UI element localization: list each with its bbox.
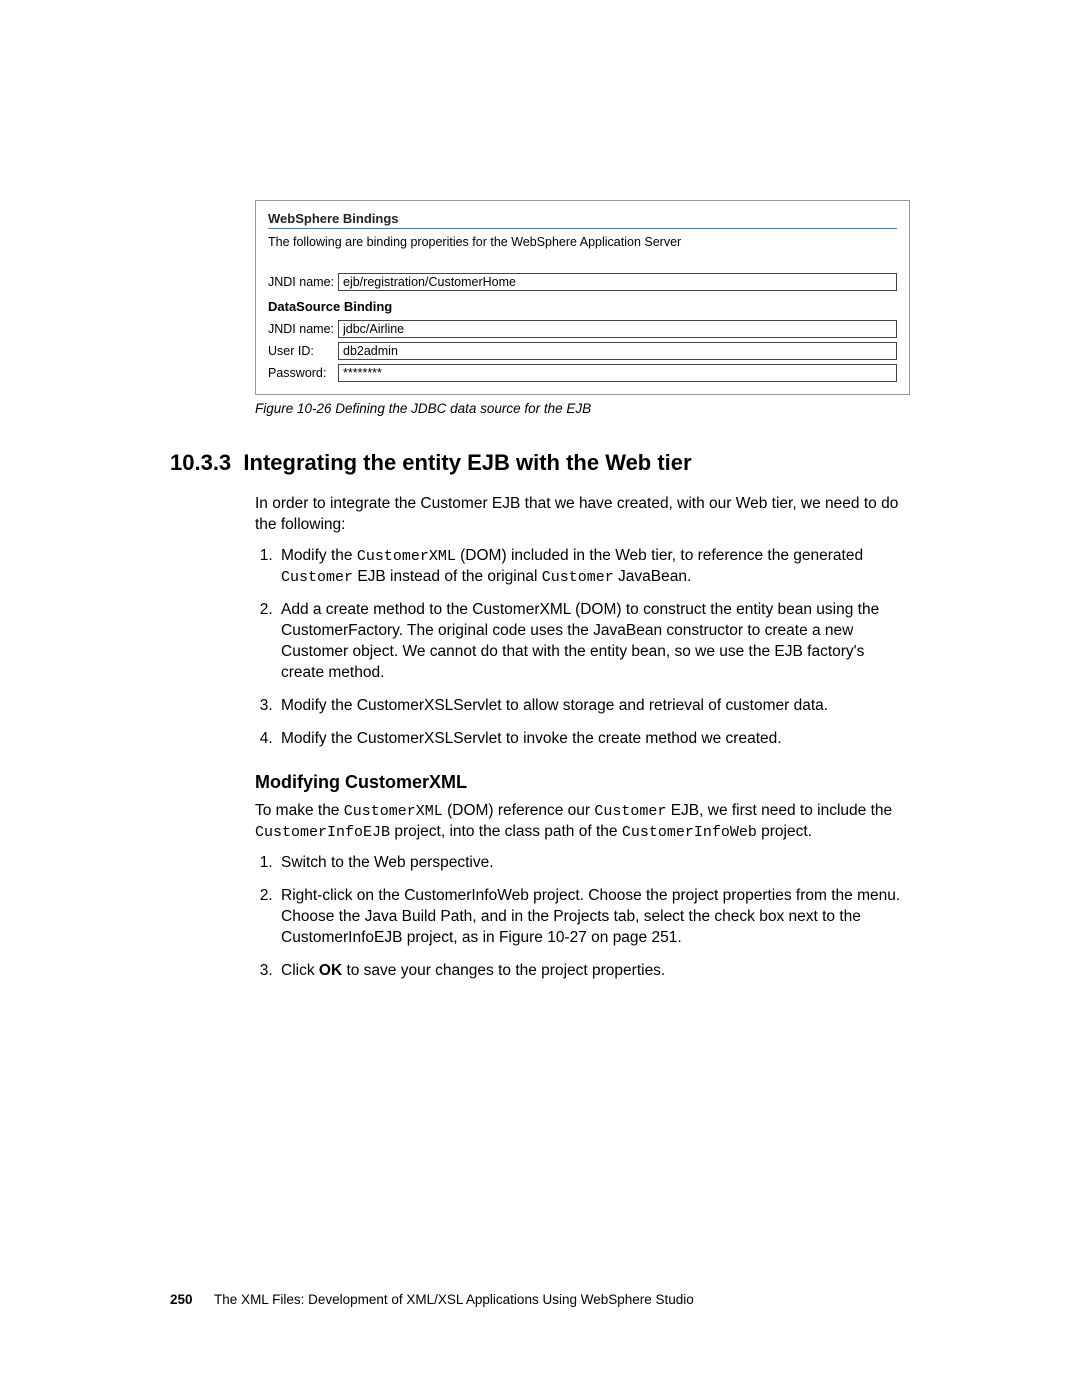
step-1-text: Modify the	[281, 547, 357, 564]
sub-text-1: To make the	[255, 802, 344, 819]
step-1-code-1: CustomerXML	[357, 548, 456, 565]
ds-jndi-input[interactable]	[338, 320, 897, 338]
sub-code-2: Customer	[594, 803, 666, 820]
section-heading: 10.3.3 Integrating the entity EJB with t…	[170, 450, 910, 476]
password-row: Password:	[268, 364, 897, 382]
page-footer: 250 The XML Files: Development of XML/XS…	[170, 1292, 694, 1307]
user-id-row: User ID:	[268, 342, 897, 360]
bindings-description: The following are binding properities fo…	[268, 235, 897, 249]
bindings-heading: WebSphere Bindings	[268, 211, 897, 229]
ds-jndi-row: JNDI name:	[268, 320, 897, 338]
figure-caption-text: Defining the JDBC data source for the EJ…	[335, 401, 591, 416]
datasource-binding-heading: DataSource Binding	[268, 299, 897, 314]
step-1-code-3: Customer	[542, 569, 614, 586]
step-1-text-4: JavaBean.	[614, 568, 692, 585]
section-title: Integrating the entity EJB with the Web …	[243, 450, 691, 475]
sub-text-4: project, into the class path of the	[390, 823, 622, 840]
page-number: 250	[170, 1292, 193, 1307]
main-steps-list: Modify the CustomerXML (DOM) included in…	[255, 546, 910, 750]
section-intro: In order to integrate the Customer EJB t…	[255, 494, 910, 536]
step-1-text-2: (DOM) included in the Web tier, to refer…	[456, 547, 863, 564]
user-id-label: User ID:	[268, 344, 338, 358]
step-1: Modify the CustomerXML (DOM) included in…	[277, 546, 910, 589]
step-4: Modify the CustomerXSLServlet to invoke …	[277, 729, 910, 750]
sub-text-2: (DOM) reference our	[443, 802, 595, 819]
substep-3: Click OK to save your changes to the pro…	[277, 961, 910, 982]
figure-caption: Figure 10-26 Defining the JDBC data sour…	[255, 401, 910, 416]
jndi-name-label: JNDI name:	[268, 275, 338, 289]
jndi-name-row: JNDI name:	[268, 273, 897, 291]
sub-code-3: CustomerInfoEJB	[255, 824, 390, 841]
substep-3-text-1: Click	[281, 962, 319, 979]
sub-paragraph: To make the CustomerXML (DOM) reference …	[255, 801, 910, 844]
step-1-text-3: EJB instead of the original	[353, 568, 542, 585]
sub-text-5: project.	[757, 823, 812, 840]
substep-3-bold: OK	[319, 962, 342, 979]
substep-1: Switch to the Web perspective.	[277, 853, 910, 874]
figure-websphere-bindings: WebSphere Bindings The following are bin…	[255, 200, 910, 395]
section-number: 10.3.3	[170, 450, 231, 475]
step-3: Modify the CustomerXSLServlet to allow s…	[277, 696, 910, 717]
substep-3-text-2: to save your changes to the project prop…	[342, 962, 665, 979]
sub-text-3: EJB, we first need to include the	[666, 802, 892, 819]
user-id-input[interactable]	[338, 342, 897, 360]
sub-steps-list: Switch to the Web perspective. Right-cli…	[255, 853, 910, 982]
figure-caption-prefix: Figure 10-26	[255, 401, 335, 416]
subheading-modifying-customerxml: Modifying CustomerXML	[255, 772, 910, 793]
substep-2: Right-click on the CustomerInfoWeb proje…	[277, 886, 910, 949]
password-input[interactable]	[338, 364, 897, 382]
password-label: Password:	[268, 366, 338, 380]
sub-code-4: CustomerInfoWeb	[622, 824, 757, 841]
ds-jndi-label: JNDI name:	[268, 322, 338, 336]
step-1-code-2: Customer	[281, 569, 353, 586]
jndi-name-input[interactable]	[338, 273, 897, 291]
book-title: The XML Files: Development of XML/XSL Ap…	[214, 1292, 694, 1307]
step-2: Add a create method to the CustomerXML (…	[277, 600, 910, 684]
sub-code-1: CustomerXML	[344, 803, 443, 820]
